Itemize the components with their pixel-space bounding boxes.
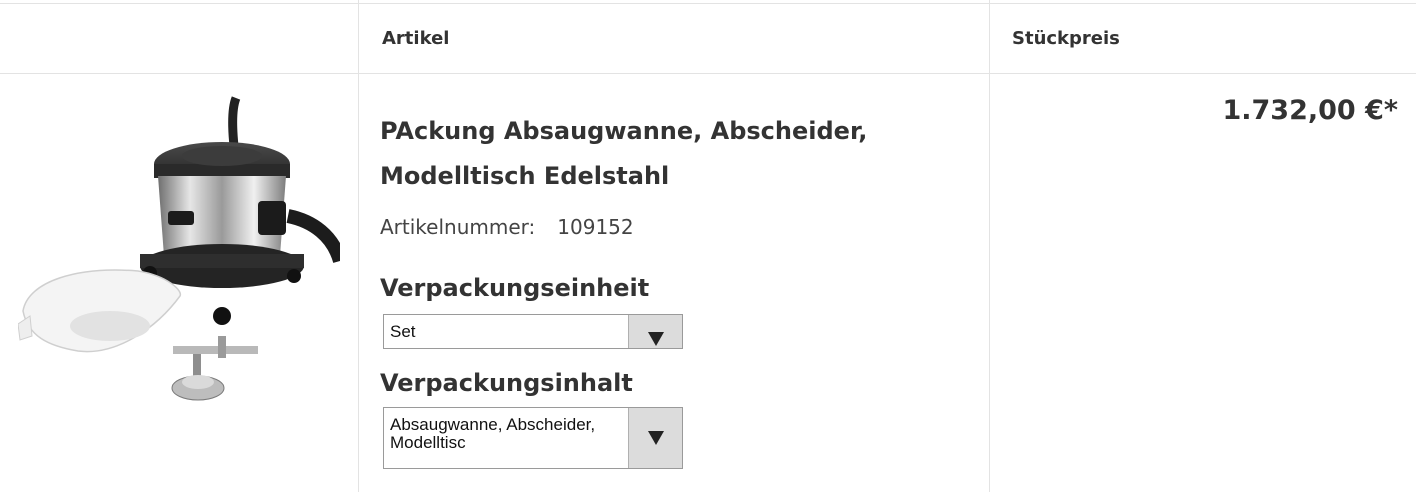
packaging-unit-select[interactable]: Set <box>383 314 683 349</box>
table-top-border <box>0 3 1416 4</box>
packaging-content-label: Verpackungsinhalt <box>380 369 633 397</box>
product-image[interactable] <box>18 96 340 406</box>
article-number-label: Artikelnummer: <box>380 215 536 239</box>
article-number-value: 109152 <box>557 215 634 239</box>
column-header-unit-price: Stückpreis <box>1012 28 1120 49</box>
packaging-unit-value: Set <box>390 322 416 341</box>
column-divider-right <box>989 0 990 492</box>
chevron-down-icon[interactable] <box>628 315 682 348</box>
column-header-article: Artikel <box>382 28 450 49</box>
article-number: Artikelnummer: 109152 <box>380 215 634 239</box>
packaging-unit-label: Verpackungseinheit <box>380 274 650 302</box>
packaging-content-select[interactable]: Absaugwanne, Abscheider, Modelltisc <box>383 407 683 469</box>
column-divider-left <box>358 0 359 492</box>
packaging-content-value: Absaugwanne, Abscheider, Modelltisc <box>390 416 596 452</box>
unit-price: 1.732,00 €* <box>1222 95 1398 126</box>
product-title[interactable]: PAckung Absaugwanne, Abscheider, Modellt… <box>380 109 970 199</box>
chevron-down-icon[interactable] <box>628 408 682 468</box>
header-divider <box>0 73 1416 74</box>
cart-table: Artikel Stückpreis PAckung Absaugwanne, … <box>0 0 1416 492</box>
